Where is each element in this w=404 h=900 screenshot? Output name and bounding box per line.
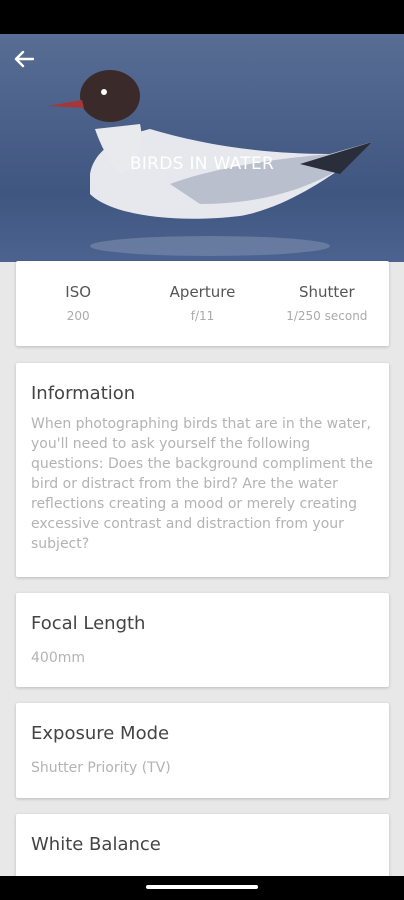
information-text: When photographing birds that are in the… (31, 416, 373, 552)
stat-value: 1/250 second (286, 309, 368, 323)
camera-settings-card: ISO 200 Aperture f/11 Shutter 1/250 seco… (16, 261, 389, 346)
white-balance-card: White Balance (16, 814, 389, 876)
home-indicator[interactable] (146, 885, 258, 889)
focal-length-card: Focal Length 400mm (16, 593, 389, 687)
back-button[interactable] (14, 50, 46, 76)
status-bar (0, 0, 404, 34)
exposure-mode-title: Exposure Mode (31, 723, 170, 744)
stat-shutter: Shutter 1/250 second (265, 261, 389, 346)
stat-label: Aperture (169, 283, 236, 301)
focal-length-title: Focal Length (31, 613, 146, 634)
white-balance-title: White Balance (31, 834, 161, 855)
stat-aperture: Aperture f/11 (140, 261, 264, 346)
arrow-left-icon (14, 50, 34, 68)
screen: BIRDS IN WATER ISO 200 Aperture f/11 Shu… (0, 34, 404, 876)
navigation-bar (0, 876, 404, 900)
exposure-mode-card: Exposure Mode Shutter Priority (TV) (16, 703, 389, 798)
information-title: Information (31, 383, 136, 404)
stat-value: f/11 (190, 309, 215, 323)
stat-iso: ISO 200 (16, 261, 140, 346)
hero-image: BIRDS IN WATER (0, 34, 404, 262)
stat-label: ISO (65, 283, 92, 301)
stat-value: 200 (66, 309, 90, 323)
information-card: Information When photographing birds tha… (16, 363, 389, 577)
exposure-mode-value: Shutter Priority (TV) (31, 760, 171, 776)
stat-label: Shutter (298, 283, 355, 301)
page-title: BIRDS IN WATER (129, 154, 275, 174)
focal-length-value: 400mm (31, 650, 85, 666)
bird-photo (0, 34, 404, 262)
